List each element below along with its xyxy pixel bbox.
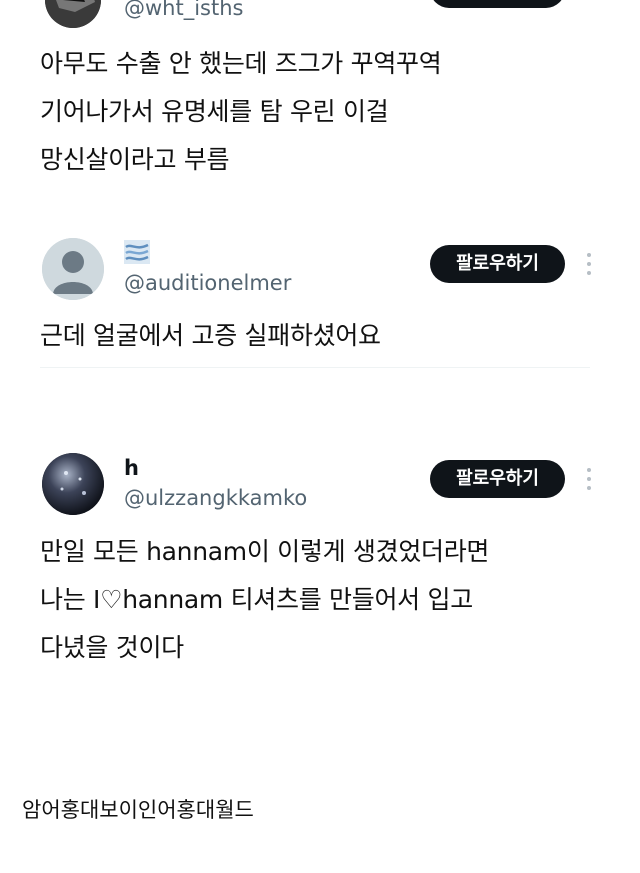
tweet2-text: 근데 얼굴에서 고증 실패하셨어요	[40, 312, 381, 360]
tweet3-text: 만일 모든 hannam이 이렇게 생겼었더라면 나는 I♡hannam 티셔츠…	[40, 528, 489, 672]
tweet3-line: 나는 I♡hannam 티셔츠를 만들어서 입고	[40, 585, 473, 614]
follow-button[interactable]: 팔로우하기	[430, 245, 565, 283]
follow-button[interactable]	[430, 0, 565, 8]
more-options-icon[interactable]	[584, 253, 594, 275]
tweet3-handle[interactable]: @ulzzangkkamko	[124, 486, 307, 510]
follow-button[interactable]: 팔로우하기	[430, 460, 565, 498]
tweet1-line: 망신살이라고 부름	[40, 145, 230, 174]
display-name-emoji: ≋	[124, 240, 150, 264]
tweet3-line: 다녔을 것이다	[40, 633, 184, 662]
tweet2-line: 근데 얼굴에서 고증 실패하셨어요	[40, 321, 381, 350]
tweet1-handle[interactable]: @wht_isths	[124, 0, 243, 20]
divider	[40, 367, 590, 368]
tweet3-line: 만일 모든 hannam이 이렇게 생겼었더라면	[40, 537, 490, 566]
tweet1-text: 아무도 수출 안 했는데 즈그가 꾸역꾸역 기어나가서 유명세를 탐 우린 이걸…	[40, 40, 442, 184]
default-avatar-icon[interactable]	[42, 238, 104, 300]
caption-text: 암어홍대보이인어홍대월드	[22, 798, 254, 822]
tweet1-line: 기어나가서 유명세를 탐 우린 이걸	[40, 97, 389, 126]
avatar[interactable]	[42, 453, 104, 515]
tweet2-handle[interactable]: @auditionelmer	[124, 271, 291, 295]
avatar[interactable]	[45, 0, 101, 28]
tweet1-line: 아무도 수출 안 했는데 즈그가 꾸역꾸역	[40, 49, 442, 78]
tweet3-display-name[interactable]: h	[124, 456, 139, 480]
more-options-icon[interactable]	[584, 468, 594, 490]
